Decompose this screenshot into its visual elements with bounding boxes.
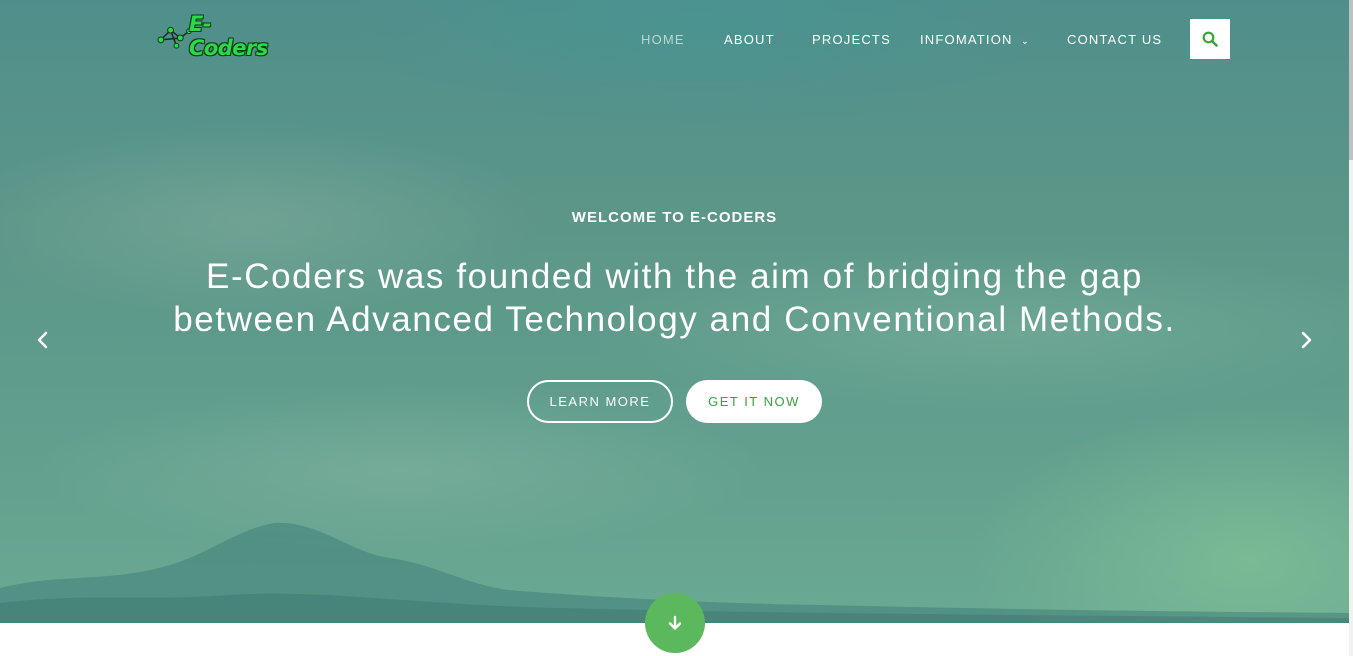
nav-contact[interactable]: CONTACT US [1067,30,1162,50]
slider-next-button[interactable] [1294,328,1318,352]
nav-information-label: INFOMATION [920,32,1013,47]
scrollbar[interactable] [1349,0,1353,656]
learn-more-button[interactable]: LEARN MORE [527,380,673,423]
nav-projects[interactable]: PROJECTS [812,30,891,50]
scrollbar-thumb[interactable] [1349,0,1353,160]
hero-headline: E-Coders was founded with the aim of bri… [60,255,1289,341]
nav-information[interactable]: INFOMATION ⌄ [920,30,1030,52]
hero-headline-line-2: between Advanced Technology and Conventi… [173,300,1176,339]
chevron-down-icon: ⌄ [1020,36,1031,47]
scroll-down-button[interactable] [645,593,705,653]
hero-headline-line-1: E-Coders was founded with the aim of bri… [206,257,1143,296]
slider-prev-button[interactable] [31,328,55,352]
logo-text: E-Coders [188,12,268,60]
get-it-now-button[interactable]: GET IT NOW [686,380,822,423]
chevron-left-icon [37,331,48,349]
hero-subtitle: WELCOME TO E-CODERS [571,209,778,226]
arrow-down-icon [668,615,682,630]
search-button[interactable] [1190,19,1230,59]
chevron-right-icon [1301,331,1312,349]
site-logo[interactable]: E-Coders [157,12,287,60]
nav-home[interactable]: HOME [641,30,685,50]
search-icon [1202,31,1218,47]
network-nodes-icon [157,26,192,49]
nav-about[interactable]: ABOUT [724,30,775,50]
